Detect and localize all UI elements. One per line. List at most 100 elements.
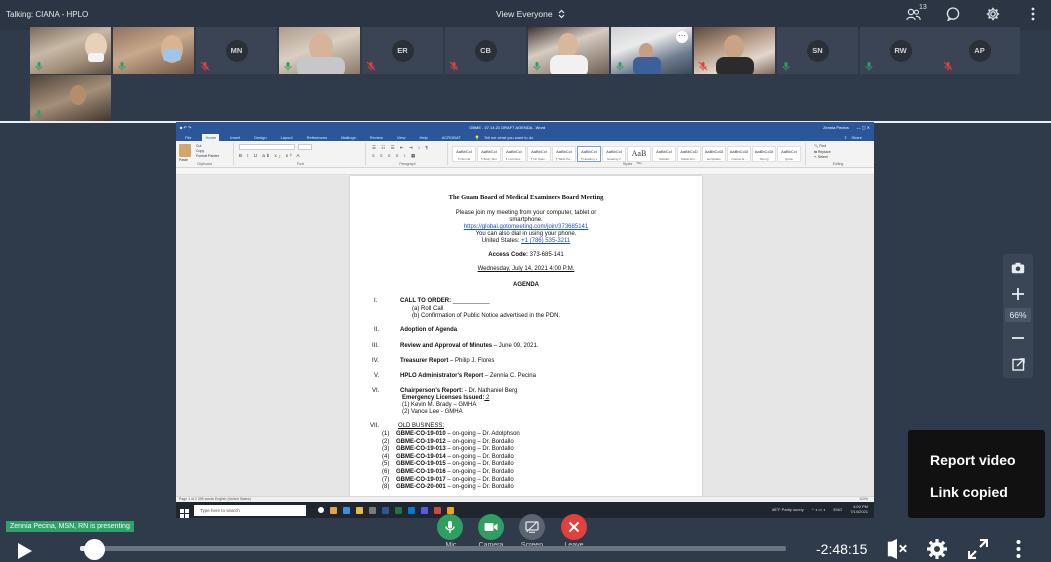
more-dots-icon[interactable]: ··· [676, 31, 688, 43]
camera-button[interactable] [478, 514, 504, 540]
chat-button[interactable] [945, 6, 961, 22]
style-option[interactable]: AaBbCcI ¶ Body Text [477, 146, 501, 162]
style-option[interactable]: AaBbCcI ¶ No Spac... [527, 146, 551, 162]
language-indicator[interactable]: ENG [834, 507, 843, 512]
participant-tile[interactable]: RW [860, 27, 941, 74]
file-explorer-icon[interactable] [356, 506, 363, 514]
case-code: GBME-CO-20-001 [396, 484, 446, 491]
participant-tile[interactable]: ··· [611, 27, 692, 74]
share-button[interactable]: ⇧ Share [841, 134, 868, 141]
tab-acrobat[interactable]: ACROBAT [439, 134, 464, 141]
style-option[interactable]: AaBbCcI ¶ Table Pa... [552, 146, 576, 162]
tab-help[interactable]: Help [416, 134, 430, 141]
store-icon[interactable] [369, 506, 376, 514]
weather-widget[interactable]: 88°F Partly sunny [772, 507, 804, 512]
edge-icon[interactable] [343, 506, 350, 514]
fullscreen-button[interactable] [967, 538, 989, 560]
play-button[interactable] [16, 542, 34, 560]
style-sample: AaBbCcI [556, 149, 572, 154]
participant-tile[interactable]: ER [362, 27, 443, 74]
windows-start-icon[interactable] [180, 505, 189, 518]
font-name-select[interactable]: Arial [239, 144, 295, 150]
player-settings-button[interactable] [926, 538, 948, 560]
style-option[interactable]: AaBbCcDi Intense E... [727, 146, 751, 162]
format-painter-button[interactable]: Format Painter [196, 154, 219, 159]
participants-button[interactable]: 13 [905, 4, 927, 22]
teams-icon[interactable] [421, 506, 428, 514]
pop-out-button[interactable] [1008, 354, 1028, 374]
participant-tile[interactable]: MN [196, 27, 277, 74]
tab-view[interactable]: View [394, 134, 409, 141]
tray-icons[interactable]: ^ ◑ ▭ ◖ [812, 507, 826, 512]
acrobat-icon[interactable] [434, 506, 441, 514]
fullscreen-icon [968, 539, 988, 559]
style-option[interactable]: AaBbCcI Subtitle [652, 146, 676, 162]
font-size-select[interactable]: 10 [298, 144, 312, 150]
tab-insert[interactable]: Insert [227, 134, 243, 141]
phone-number[interactable]: +1 (786) 535-3211 [521, 238, 570, 244]
style-option[interactable]: AaBbCcDi Strong [752, 146, 776, 162]
zoom-out-button[interactable] [1008, 328, 1028, 348]
tab-layout[interactable]: Layout [278, 134, 296, 141]
style-option[interactable]: AaBbCcDi Emphasis [702, 146, 726, 162]
leave-button[interactable] [561, 514, 587, 540]
style-option[interactable]: AaBbCcI ¶ Normal [452, 146, 476, 162]
participant-tile[interactable] [279, 27, 360, 74]
list-buttons[interactable]: ☰ ☷ ☰ ⇤ ⇥ ↕ ¶ [372, 145, 430, 151]
style-option[interactable]: AaBbCcD Subtle Em... [677, 146, 701, 162]
taskview-icon[interactable] [318, 507, 324, 513]
taskbar-search[interactable]: Type here to search [194, 504, 306, 516]
tell-me-search[interactable]: 💡 Tell me what you want to do [472, 134, 539, 141]
style-sample: AaB [631, 149, 647, 158]
participant-tile[interactable] [113, 27, 194, 74]
participant-tile[interactable]: SN [777, 27, 858, 74]
tab-references[interactable]: References [304, 134, 330, 141]
zoom-in-button[interactable] [1008, 284, 1028, 304]
more-options-button[interactable] [1025, 6, 1041, 22]
mic-button[interactable] [437, 514, 463, 540]
word-icon[interactable] [382, 506, 389, 514]
select-button[interactable]: ↖ Select [814, 155, 831, 161]
word-title-bar: ■ ↶ ↷ GBME - 07.14.21 DRAFT AGENDA - Wor… [176, 122, 874, 132]
tab-file[interactable]: File [182, 134, 194, 141]
player-more-button[interactable] [1007, 538, 1029, 560]
tab-design[interactable]: Design [251, 134, 269, 141]
snapshot-button[interactable] [1008, 258, 1028, 278]
screen-share-button[interactable] [519, 514, 545, 540]
meeting-link[interactable]: https://global.gotomeeting.com/join/3736… [350, 224, 702, 230]
agenda-title: Adoption of Agenda [400, 327, 458, 333]
font-format-buttons[interactable]: B I U ab x₂ x² A [239, 153, 302, 158]
participant-tile[interactable] [694, 27, 775, 74]
tab-mailings[interactable]: Mailings [338, 134, 359, 141]
progress-scrubber[interactable] [84, 539, 106, 560]
chrome-icon[interactable] [330, 506, 337, 514]
tab-home[interactable]: Home [202, 134, 220, 141]
participant-tile[interactable] [30, 27, 111, 74]
view-mode-selector[interactable]: View Everyone [496, 9, 565, 19]
old-business-num: (2) [382, 438, 390, 445]
mute-button[interactable] [886, 538, 908, 560]
participant-tile[interactable] [30, 75, 111, 122]
excel-icon[interactable] [395, 506, 402, 514]
participant-tile[interactable]: AP [939, 27, 1020, 74]
style-option[interactable]: AaBbCcI ¶ List Para... [502, 146, 526, 162]
mic-on-icon [865, 62, 873, 71]
report-video-item[interactable]: Report video [930, 452, 1016, 468]
outlook-icon[interactable] [408, 506, 415, 514]
participant-tile[interactable] [528, 27, 609, 74]
style-option[interactable]: AaBbCcI ¶ Heading 1 [577, 146, 601, 162]
document-page[interactable]: The Guam Board of Medical Examiners Boar… [350, 176, 702, 496]
tab-review[interactable]: Review [367, 134, 386, 141]
gotomeeting-icon[interactable] [447, 506, 454, 514]
style-option[interactable]: AaBbCcI Heading 2 [602, 146, 626, 162]
old-business-num: (5) [382, 461, 390, 468]
taskbar-clock[interactable]: 4:00 PM 7/14/2021 [850, 504, 868, 514]
paste-icon[interactable] [179, 144, 191, 157]
style-option[interactable]: AaB Title [627, 146, 651, 165]
progress-track[interactable] [80, 546, 786, 551]
style-option[interactable]: AaBbCcI Quote [777, 146, 801, 162]
minus-icon [1012, 337, 1024, 339]
settings-button[interactable] [985, 6, 1001, 22]
participant-tile[interactable]: CB [445, 27, 526, 74]
align-buttons[interactable]: ≡ ≡ ≡ ≡ ↕ ▦ [372, 153, 417, 159]
